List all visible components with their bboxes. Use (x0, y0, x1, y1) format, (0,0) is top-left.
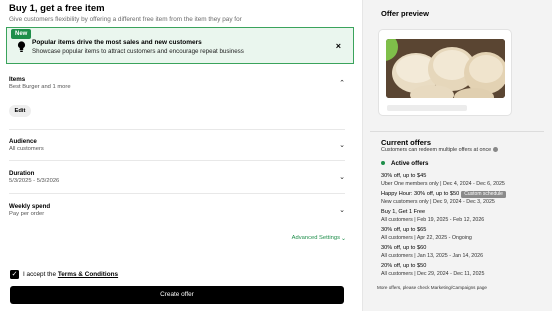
chevron-down-icon[interactable]: ⌄ (339, 173, 345, 181)
popular-items-banner: New Popular items drive the most sales a… (6, 27, 354, 64)
offer-meta: Uber One members only | Dec 4, 2024 - De… (381, 180, 505, 187)
offer-item: Happy Hour: 30% off, up to $50 Custom sch… (381, 191, 541, 205)
offer-meta: All customers | Jan 13, 2025 - Jan 14, 2… (381, 252, 484, 259)
offer-name: Buy 1, Get 1 Free (381, 209, 426, 215)
chevron-down-icon[interactable]: ⌄ (339, 206, 345, 214)
custom-schedule-tag: Custom schedule (461, 191, 506, 198)
offer-name: 20% off, up to $50 (381, 263, 427, 269)
chevron-up-icon[interactable]: ⌃ (339, 79, 345, 87)
terms-checkbox[interactable]: ✓ (10, 269, 19, 279)
dumplings-image (386, 39, 505, 98)
audience-section[interactable]: Audience All customers ⌄ (9, 138, 345, 152)
chevron-down-icon[interactable]: ⌄ (339, 141, 345, 149)
chevron-down-icon[interactable]: ⌄ (341, 235, 346, 242)
divider (370, 131, 544, 132)
preview-skeleton-line (387, 105, 467, 111)
create-offer-button[interactable]: Create offer (10, 286, 344, 304)
active-offers-label: Active offers (391, 160, 429, 167)
lightbulb-icon (17, 41, 26, 52)
offer-meta: New customers only | Dec 9, 2024 - Dec 3… (381, 199, 495, 205)
audience-value: All customers (9, 146, 44, 152)
offer-item: Buy 1, Get 1 Free All customers | Feb 19… (381, 209, 541, 223)
weekly-spend-value: Pay per order (9, 211, 45, 217)
divider (9, 193, 345, 194)
new-badge: New (11, 29, 32, 39)
page-title: Buy 1, get a free item (9, 3, 105, 14)
close-icon[interactable]: × (336, 41, 341, 51)
advanced-settings-link[interactable]: Advanced Settings (292, 235, 340, 241)
weekly-spend-label: Weekly spend (9, 203, 51, 210)
page-subtitle: Give customers flexibility by offering a… (9, 16, 242, 23)
divider (9, 160, 345, 161)
terms-prefix: I accept the (23, 270, 58, 278)
offer-meta: All customers | Feb 19, 2025 - Feb 12, 2… (381, 216, 485, 223)
current-offers-subtitle: Customers can redeem multiple offers at … (381, 147, 499, 153)
items-section[interactable]: Items Best Burger and 1 more ⌃ (9, 76, 345, 90)
divider (9, 129, 345, 130)
weekly-spend-section[interactable]: Weekly spend Pay per order ⌄ (9, 203, 345, 217)
offer-item: 30% off, up to $60 All customers | Jan 1… (381, 245, 541, 259)
terms-text: I accept the Terms & Conditions (23, 271, 118, 278)
offer-preview-title: Offer preview (381, 9, 429, 18)
offer-item: 30% off, up to $45 Uber One members only… (381, 173, 541, 187)
offer-name: 30% off, up to $45 (381, 173, 427, 179)
active-offers-header: Active offers (381, 160, 428, 167)
duration-section[interactable]: Duration 5/3/2025 - 5/3/2026 ⌄ (9, 170, 345, 184)
current-offers-title: Current offers (381, 138, 432, 147)
offer-meta: All customers | Apr 22, 2025 - Ongoing (381, 234, 472, 241)
duration-value: 5/3/2025 - 5/3/2026 (9, 178, 60, 184)
edit-items-button[interactable]: Edit (9, 105, 31, 117)
banner-text: Showcase popular items to attract custom… (32, 48, 244, 55)
duration-label: Duration (9, 170, 35, 177)
offer-item: 30% off, up to $65 All customers | Apr 2… (381, 227, 541, 241)
status-dot-icon (381, 161, 385, 166)
offer-name-row: Happy Hour: 30% off, up to $50 Custom sch… (381, 191, 541, 198)
offer-name: 30% off, up to $65 (381, 227, 427, 233)
terms-link[interactable]: Terms & Conditions (58, 271, 118, 278)
items-label: Items (9, 76, 26, 83)
offer-preview-card (378, 29, 512, 116)
offer-item: 20% off, up to $50 All customers | Dec 2… (381, 263, 541, 277)
offer-meta: All customers | Dec 29, 2024 - Dec 11, 2… (381, 270, 485, 277)
banner-heading: Popular items drive the most sales and n… (32, 39, 202, 46)
items-value: Best Burger and 1 more (9, 84, 71, 90)
offer-name: 30% off, up to $60 (381, 245, 427, 251)
terms-row: ✓ I accept the Terms & Conditions (10, 269, 118, 279)
offer-form: Buy 1, get a free item Give customers fl… (0, 0, 362, 311)
info-icon[interactable] (493, 147, 499, 153)
more-offers-note: More offers, please check Marketing/Camp… (377, 285, 487, 290)
current-offers-subtitle-text: Customers can redeem multiple offers at … (381, 147, 492, 153)
offer-name: Happy Hour: 30% off, up to $50 (381, 191, 460, 197)
audience-label: Audience (9, 138, 37, 145)
